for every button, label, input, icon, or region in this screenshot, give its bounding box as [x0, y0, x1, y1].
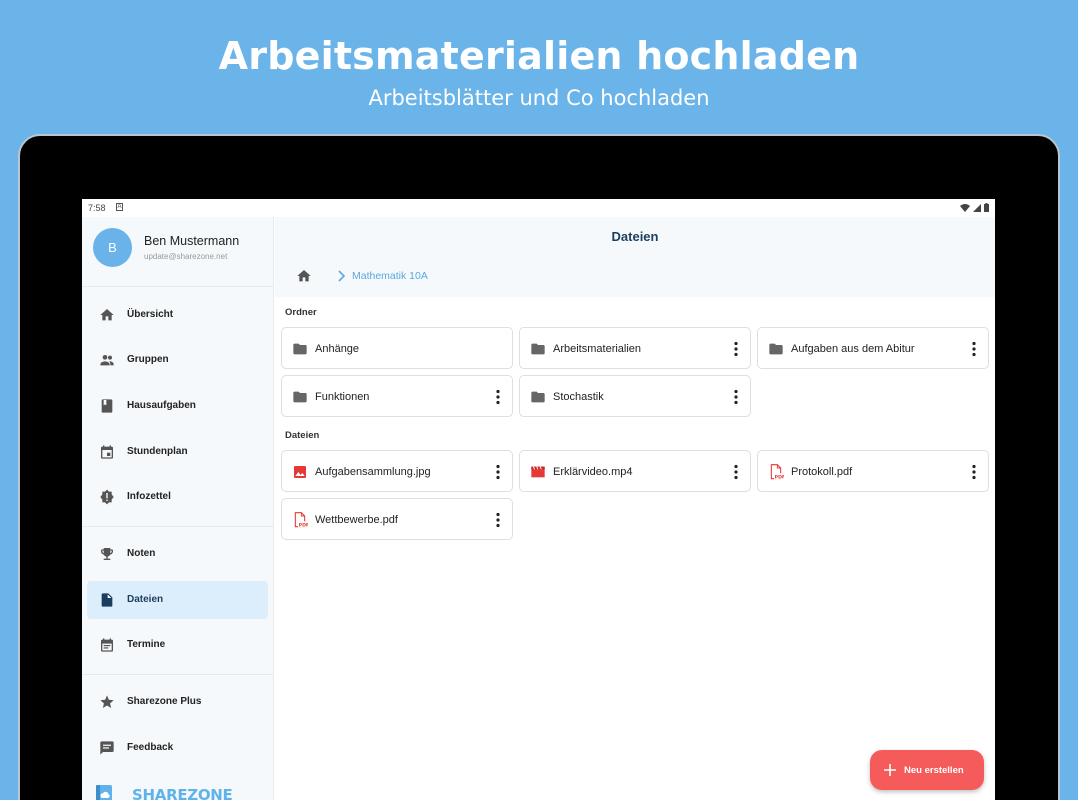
- more-vert-icon[interactable]: [734, 341, 738, 357]
- wifi-icon: [960, 203, 970, 212]
- pdf-icon: PDF: [294, 512, 308, 528]
- folder-card-anhaenge[interactable]: Anhänge: [281, 327, 513, 369]
- file-icon: [101, 593, 113, 607]
- sidebar-item-feedback[interactable]: Feedback: [87, 729, 268, 767]
- sidebar-item-label: Infozettel: [127, 491, 171, 502]
- file-name: Protokoll.pdf: [791, 466, 853, 478]
- pdf-icon: PDF: [770, 464, 784, 480]
- sidebar-divider: [82, 526, 274, 527]
- sidebar-item-stundenplan[interactable]: Stundenplan: [87, 433, 268, 471]
- notification-icon: A: [116, 203, 123, 211]
- svg-text:PDF: PDF: [299, 522, 308, 528]
- image-icon: [294, 466, 306, 478]
- folders-heading: Ordner: [285, 307, 317, 318]
- folder-name: Arbeitsmaterialien: [553, 343, 642, 355]
- sidebar-item-label: Stundenplan: [127, 446, 188, 457]
- sidebar-item-label: Termine: [127, 639, 166, 650]
- more-vert-icon[interactable]: [972, 341, 976, 357]
- sidebar-item-label: Dateien: [127, 594, 164, 605]
- chevron-right-icon: [338, 270, 346, 282]
- app-bar: Dateien Mathematik 10A: [275, 217, 995, 297]
- folder-icon: [293, 343, 307, 355]
- home-icon: [100, 309, 114, 321]
- avatar[interactable]: B: [93, 228, 132, 267]
- info-badge-icon: [100, 489, 114, 505]
- page-title: Dateien: [611, 229, 659, 244]
- file-card-erklaervideo[interactable]: Erklärvideo.mp4: [519, 450, 751, 492]
- sidebar-item-hausaufgaben[interactable]: Hausaufgaben: [87, 387, 268, 425]
- sidebar-item-uebersicht[interactable]: Übersicht: [87, 296, 268, 334]
- more-vert-icon[interactable]: [972, 464, 976, 480]
- svg-text:PDF: PDF: [775, 474, 784, 480]
- brand-name: SHAREZONE: [132, 786, 233, 800]
- breadcrumb-home-icon[interactable]: [296, 268, 312, 284]
- folder-name: Stochastik: [553, 391, 604, 403]
- sidebar-item-infozettel[interactable]: Infozettel: [87, 478, 268, 516]
- profile-header[interactable]: B Ben Mustermann update@sharezone.net: [82, 217, 274, 287]
- more-vert-icon[interactable]: [496, 464, 500, 480]
- profile-name: Ben Mustermann: [144, 234, 240, 248]
- folder-card-arbeitsmaterialien[interactable]: Arbeitsmaterialien: [519, 327, 751, 369]
- file-name: Wettbewerbe.pdf: [315, 514, 398, 526]
- folder-icon: [531, 343, 545, 355]
- status-bar: 7:58 A: [82, 199, 995, 217]
- more-vert-icon[interactable]: [496, 512, 500, 528]
- folder-name: Funktionen: [315, 391, 370, 403]
- more-vert-icon[interactable]: [734, 464, 738, 480]
- new-create-button[interactable]: Neu erstellen: [870, 750, 984, 790]
- main-content: Dateien Mathematik 10A Ordner Anhänge Ar…: [275, 217, 995, 800]
- star-icon: [100, 695, 114, 708]
- folder-name: Anhänge: [315, 343, 360, 355]
- feedback-icon: [100, 741, 114, 755]
- sharezone-logo-icon: [96, 785, 112, 800]
- calendar-icon: [101, 445, 113, 459]
- sidebar-item-label: Sharezone Plus: [127, 696, 202, 707]
- promo-title: Arbeitsmaterialien hochladen: [218, 34, 860, 78]
- signal-icon: [973, 203, 981, 212]
- breadcrumb-current[interactable]: Mathematik 10A: [352, 270, 428, 282]
- promo-subtitle: Arbeitsblätter und Co hochladen: [368, 86, 710, 110]
- sidebar-item-sharezone-plus[interactable]: Sharezone Plus: [87, 683, 268, 721]
- video-icon: [531, 466, 545, 478]
- folder-icon: [769, 343, 783, 355]
- folder-name: Aufgaben aus dem Abitur: [791, 343, 915, 355]
- file-card-wettbewerbe[interactable]: PDF Wettbewerbe.pdf: [281, 498, 513, 540]
- sidebar-item-label: Gruppen: [127, 354, 169, 365]
- plus-icon: [884, 764, 896, 776]
- sidebar: B Ben Mustermann update@sharezone.net Üb…: [82, 217, 274, 800]
- sidebar-item-label: Feedback: [127, 742, 174, 753]
- sidebar-item-label: Hausaufgaben: [127, 400, 196, 411]
- file-name: Aufgabensammlung.jpg: [315, 466, 431, 478]
- folder-card-stochastik[interactable]: Stochastik: [519, 375, 751, 417]
- more-vert-icon[interactable]: [496, 389, 500, 405]
- app-screen: 7:58 A B Ben Mustermann update@sharezone…: [82, 199, 995, 800]
- sidebar-item-label: Noten: [127, 548, 156, 559]
- file-card-protokoll[interactable]: PDF Protokoll.pdf: [757, 450, 989, 492]
- sidebar-item-termine[interactable]: Termine: [87, 626, 268, 664]
- file-name: Erklärvideo.mp4: [553, 466, 633, 478]
- brand-logo: SHAREZONE: [96, 785, 233, 800]
- profile-email: update@sharezone.net: [144, 252, 228, 261]
- status-time: 7:58: [88, 203, 106, 213]
- more-vert-icon[interactable]: [734, 389, 738, 405]
- file-card-aufgabensammlung[interactable]: Aufgabensammlung.jpg: [281, 450, 513, 492]
- group-icon: [100, 355, 114, 366]
- folder-card-funktionen[interactable]: Funktionen: [281, 375, 513, 417]
- battery-icon: [984, 203, 989, 212]
- sidebar-item-gruppen[interactable]: Gruppen: [87, 341, 268, 379]
- sidebar-item-noten[interactable]: Noten: [87, 535, 268, 573]
- files-heading: Dateien: [285, 430, 320, 441]
- folder-icon: [293, 391, 307, 403]
- sidebar-item-label: Übersicht: [127, 309, 174, 320]
- system-icons: [960, 203, 989, 212]
- sidebar-divider: [82, 674, 274, 675]
- book-icon: [101, 399, 113, 413]
- sidebar-item-dateien[interactable]: Dateien: [87, 581, 268, 619]
- folder-card-aufgaben-abitur[interactable]: Aufgaben aus dem Abitur: [757, 327, 989, 369]
- trophy-icon: [101, 548, 113, 560]
- event-icon: [101, 638, 113, 652]
- folder-icon: [531, 391, 545, 403]
- new-create-label: Neu erstellen: [904, 765, 964, 776]
